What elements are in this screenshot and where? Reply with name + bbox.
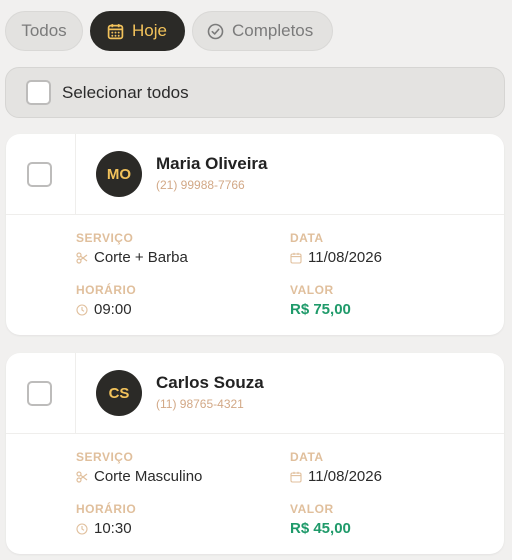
avatar: CS: [96, 370, 142, 416]
date-field: DATA 11/08/2026: [290, 450, 382, 485]
service-value: Corte Masculino: [94, 468, 203, 485]
card-details: SERVIÇO Corte + Barba DATA 11/08/2026 HO…: [6, 215, 504, 335]
appointment-checkbox[interactable]: [27, 381, 52, 406]
date-value: 11/08/2026: [308, 468, 382, 485]
date-field: DATA 11/08/2026: [290, 231, 382, 266]
price-value: R$ 45,00: [290, 520, 351, 537]
card-header: CS Carlos Souza (11) 98765-4321: [6, 353, 504, 434]
value-label: VALOR: [290, 502, 334, 516]
filter-tabs: Todos Hoje Completos: [5, 11, 333, 51]
select-all-row[interactable]: Selecionar todos: [5, 67, 505, 118]
tab-hoje[interactable]: Hoje: [90, 11, 185, 51]
divider: [75, 134, 76, 215]
time-value: 09:00: [94, 301, 132, 318]
tab-todos-label: Todos: [21, 21, 67, 40]
scissors-icon: [76, 470, 88, 483]
time-field: HORÁRIO 10:30: [76, 502, 136, 537]
client-phone: (11) 98765-4321: [156, 397, 244, 411]
tab-todos[interactable]: Todos: [5, 11, 83, 51]
client-name: Maria Oliveira: [156, 154, 268, 173]
avatar: MO: [96, 151, 142, 197]
scissors-icon: [76, 251, 88, 264]
price-value: R$ 75,00: [290, 301, 351, 318]
time-label: HORÁRIO: [76, 283, 137, 297]
card-header: MO Maria Oliveira (21) 99988-7766: [6, 134, 504, 215]
time-value: 10:30: [94, 520, 132, 537]
date-label: DATA: [290, 450, 324, 464]
service-value: Corte + Barba: [94, 249, 188, 266]
tab-completos-label: Completos: [232, 21, 314, 40]
calendar-icon: [290, 252, 302, 264]
clock-icon: [76, 303, 88, 316]
service-label: SERVIÇO: [76, 231, 134, 245]
calendar-icon: [290, 471, 302, 483]
divider: [75, 353, 76, 434]
service-label: SERVIÇO: [76, 450, 134, 464]
select-all-label: Selecionar todos: [62, 82, 189, 102]
select-all-checkbox[interactable]: [26, 80, 51, 105]
appointment-card: MO Maria Oliveira (21) 99988-7766 SERVIÇ…: [6, 134, 504, 335]
service-field: SERVIÇO Corte + Barba: [76, 231, 188, 266]
value-field: VALOR R$ 75,00: [290, 283, 351, 318]
tab-completos[interactable]: Completos: [192, 11, 333, 51]
card-details: SERVIÇO Corte Masculino DATA 11/08/2026 …: [6, 434, 504, 554]
clock-icon: [76, 522, 88, 535]
tab-hoje-label: Hoje: [132, 21, 167, 40]
value-field: VALOR R$ 45,00: [290, 502, 351, 537]
appointment-checkbox[interactable]: [27, 162, 52, 187]
service-field: SERVIÇO Corte Masculino: [76, 450, 202, 485]
client-name: Carlos Souza: [156, 373, 264, 392]
value-label: VALOR: [290, 283, 334, 297]
appointment-card: CS Carlos Souza (11) 98765-4321 SERVIÇO …: [6, 353, 504, 554]
date-label: DATA: [290, 231, 324, 245]
time-label: HORÁRIO: [76, 502, 137, 516]
time-field: HORÁRIO 09:00: [76, 283, 136, 318]
calendar-icon: [107, 23, 124, 39]
date-value: 11/08/2026: [308, 249, 382, 266]
client-phone: (21) 99988-7766: [156, 178, 245, 192]
check-circle-icon: [207, 23, 224, 39]
